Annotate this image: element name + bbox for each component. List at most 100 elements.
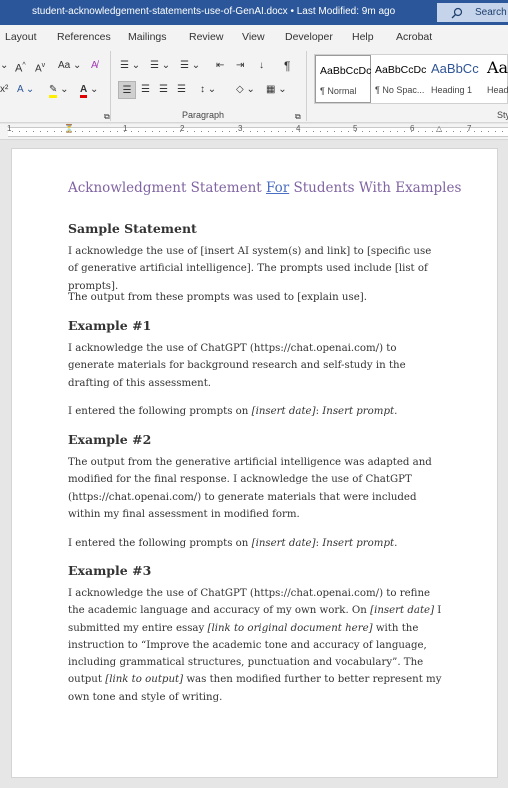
document-page[interactable]: Acknowledgment Statement For Students Wi… — [11, 148, 498, 778]
prompt-paragraph: I entered the following prompts on [inse… — [68, 403, 444, 420]
style-sample: Aa — [487, 58, 508, 77]
borders-icon[interactable]: ▦ ⌄ — [266, 81, 287, 99]
tab-layout[interactable]: Layout — [5, 31, 37, 43]
tab-references[interactable]: References — [57, 31, 111, 43]
style-no-spacing[interactable]: AaBbCcDc ¶ No Spac... — [371, 55, 427, 103]
paragraph-dialog-launcher-icon[interactable]: ⧉ — [295, 112, 301, 122]
ruler-tick — [264, 131, 265, 132]
ruler-tick — [152, 131, 153, 132]
ruler-tick — [180, 131, 181, 132]
title-part: Acknowledgment Statement — [68, 180, 266, 196]
ruler-tick — [376, 131, 377, 132]
align-center-icon[interactable]: ☰ — [141, 81, 150, 99]
align-left-icon[interactable]: ☰ — [118, 81, 136, 99]
ruler-tick — [89, 131, 90, 132]
sort-icon[interactable]: ↓ — [259, 57, 264, 75]
font-color-icon[interactable]: A ⌄ — [80, 81, 98, 99]
ruler-tick — [173, 131, 174, 132]
link-placeholder: [link to original document here] — [207, 622, 373, 634]
date-placeholder: [insert date] — [251, 538, 316, 549]
ruler-tick — [488, 131, 489, 132]
ruler-tick — [425, 131, 426, 132]
ruler-tick — [313, 131, 314, 132]
ruler-tick — [285, 131, 286, 132]
section-heading: Sample Statement — [68, 221, 197, 236]
tab-review[interactable]: Review — [189, 31, 223, 43]
document-filename: student-acknowledgement-statements-use-o… — [32, 6, 288, 17]
title-part: Students With Examples — [289, 180, 462, 196]
ruler-number: 3 — [238, 124, 243, 133]
ruler-tick — [110, 131, 111, 132]
tab-help[interactable]: Help — [352, 31, 374, 43]
ruler-tick — [453, 131, 454, 132]
ruler-tick — [320, 131, 321, 132]
ruler-tick — [306, 131, 307, 132]
line-spacing-icon[interactable]: ↕ ⌄ — [200, 81, 216, 99]
grow-font-button[interactable]: A^ — [15, 57, 26, 75]
ruler-tick — [159, 131, 160, 132]
numbering-icon[interactable]: ☰ ⌄ — [150, 57, 170, 75]
ruler-tick — [138, 131, 139, 132]
align-right-icon[interactable]: ☰ — [159, 81, 168, 99]
title-underlined-word: For — [266, 180, 290, 196]
separator — [306, 51, 307, 121]
last-modified[interactable]: Last Modified: 9m ago — [297, 6, 395, 17]
show-formatting-icon[interactable]: ¶ — [284, 57, 290, 75]
ruler-tick — [103, 131, 104, 132]
ruler-tick — [124, 131, 125, 132]
ruler-tick — [96, 131, 97, 132]
ruler-tick — [341, 131, 342, 132]
ruler-tick — [390, 131, 391, 132]
multilevel-list-icon[interactable]: ☰ ⌄ — [180, 57, 200, 75]
increase-indent-icon[interactable]: ⇥ — [236, 57, 244, 75]
style-heading-1[interactable]: AaBbCc Heading 1 — [427, 55, 483, 103]
tab-view[interactable]: View — [242, 31, 265, 43]
style-sample: AaBbCc — [431, 61, 479, 76]
paragraph-group-label: Paragraph — [182, 110, 225, 120]
ruler-tick — [131, 131, 132, 132]
style-heading-2[interactable]: Aa Head — [483, 55, 508, 103]
tab-developer[interactable]: Developer — [285, 31, 333, 43]
highlight-icon[interactable]: ✎ ⌄ — [49, 81, 69, 99]
text-effects-icon[interactable]: A ⌄ — [17, 81, 34, 99]
change-case-label: Aa — [58, 60, 71, 71]
ruler[interactable]: 1 ⏳ 1 2 3 4 5 6 △ 7 — [0, 124, 508, 140]
ruler-tick — [194, 131, 195, 132]
paragraph: I acknowledge the use of [insert AI syst… — [68, 246, 432, 292]
ruler-tick — [481, 131, 482, 132]
tab-acrobat[interactable]: Acrobat — [396, 31, 432, 43]
decrease-indent-icon[interactable]: ⇤ — [216, 57, 224, 75]
ruler-tick — [82, 131, 83, 132]
ruler-tick — [33, 131, 34, 132]
search-box[interactable]: Search — [437, 3, 508, 22]
prompt-paragraph: I entered the following prompts on [inse… — [68, 535, 444, 552]
ruler-tick — [446, 131, 447, 132]
font-size-dropdown[interactable]: ⌄ — [0, 57, 8, 75]
ruler-tick — [236, 131, 237, 132]
font-dialog-launcher-icon[interactable]: ⧉ — [104, 112, 110, 122]
superscript-button[interactable]: x² — [0, 81, 8, 99]
ruler-tick — [201, 131, 202, 132]
ruler-tick — [495, 131, 496, 132]
justify-icon[interactable]: ☰ — [177, 81, 186, 99]
ruler-tick — [369, 131, 370, 132]
title-bar: student-acknowledgement-statements-use-o… — [0, 0, 508, 25]
section-heading: Example #3 — [68, 563, 152, 578]
shrink-font-button[interactable]: Av — [35, 57, 45, 75]
ruler-tick — [327, 131, 328, 132]
document-title: student-acknowledgement-statements-use-o… — [32, 6, 395, 17]
document-title-heading: Acknowledgment Statement For Students Wi… — [68, 180, 461, 196]
shading-icon[interactable]: ◇ ⌄ — [236, 81, 255, 99]
ruler-tick — [47, 131, 48, 132]
ruler-tick — [187, 131, 188, 132]
section-heading: Example #1 — [68, 318, 152, 333]
ruler-tick — [292, 131, 293, 132]
change-case-button[interactable]: Aa ⌄ — [58, 57, 81, 75]
ruler-tick — [460, 131, 461, 132]
style-normal[interactable]: AaBbCcDc ¶ Normal — [315, 55, 371, 103]
paragraph: The output from the generative artificia… — [68, 457, 432, 520]
bullets-icon[interactable]: ☰ ⌄ — [120, 57, 140, 75]
tab-mailings[interactable]: Mailings — [128, 31, 167, 43]
ruler-tick — [474, 131, 475, 132]
clear-formatting-icon[interactable]: A̸ — [91, 57, 98, 75]
